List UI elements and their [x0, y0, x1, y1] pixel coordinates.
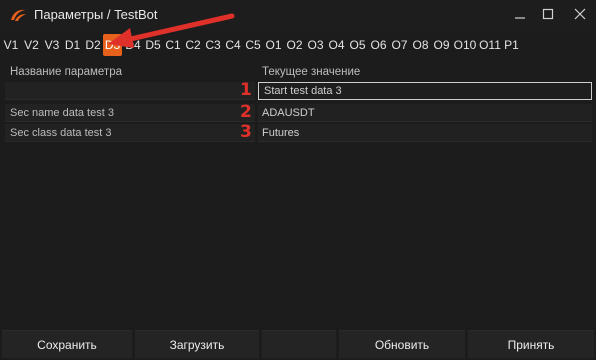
action-bar: Сохранить Загрузить Обновить Принять	[0, 330, 596, 358]
table-row[interactable]: 1 Start test data 3	[0, 80, 596, 100]
parameter-value-cell[interactable]: Futures	[258, 124, 592, 142]
tab-o11[interactable]: O11	[478, 34, 502, 56]
tab-o8[interactable]: O8	[410, 34, 431, 56]
tab-o9[interactable]: O9	[431, 34, 452, 56]
tab-v2[interactable]: V2	[22, 34, 41, 56]
load-button[interactable]: Загрузить	[135, 330, 259, 358]
tab-p1[interactable]: P1	[502, 34, 521, 56]
parameters-grid: Название параметра Текущее значение 1 St…	[0, 64, 596, 326]
table-row[interactable]: Sec class data test 3 3 Futures	[0, 122, 596, 142]
title-bar: Параметры / TestBot	[0, 0, 596, 30]
tab-d2[interactable]: D2	[83, 34, 103, 56]
parameter-value-cell[interactable]: ADAUSDT	[258, 104, 592, 122]
tab-c5[interactable]: C5	[243, 34, 263, 56]
tab-o3[interactable]: O3	[305, 34, 326, 56]
tab-c2[interactable]: C2	[183, 34, 203, 56]
annotation-number-2: 2	[240, 102, 252, 122]
parameter-name-cell	[5, 82, 255, 100]
tab-o2[interactable]: O2	[284, 34, 305, 56]
tab-o6[interactable]: O6	[368, 34, 389, 56]
tab-o5[interactable]: O5	[347, 34, 368, 56]
tab-o4[interactable]: O4	[326, 34, 347, 56]
annotation-number-1: 1	[240, 80, 252, 100]
close-icon[interactable]	[570, 4, 590, 24]
accept-button[interactable]: Принять	[468, 330, 594, 358]
tab-c4[interactable]: C4	[223, 34, 243, 56]
parameter-value-input[interactable]: Start test data 3	[258, 82, 592, 100]
tab-d4[interactable]: D4	[123, 34, 143, 56]
tab-d5[interactable]: D5	[143, 34, 163, 56]
empty-button[interactable]	[262, 330, 336, 358]
column-header-value: Текущее значение	[262, 66, 361, 78]
tab-v1[interactable]: V1	[2, 34, 20, 56]
tab-o10[interactable]: O10	[452, 34, 478, 56]
tab-c1[interactable]: C1	[163, 34, 183, 56]
tab-o7[interactable]: O7	[389, 34, 410, 56]
app-logo-icon	[11, 9, 26, 21]
tab-c3[interactable]: C3	[203, 34, 223, 56]
tab-d1[interactable]: D1	[63, 34, 82, 56]
maximize-icon[interactable]	[538, 4, 558, 24]
save-button[interactable]: Сохранить	[2, 330, 132, 358]
parameter-name-cell: Sec class data test 3	[5, 124, 255, 142]
refresh-button[interactable]: Обновить	[339, 330, 465, 358]
parameter-name-cell: Sec name data test 3	[5, 104, 255, 122]
tab-o1[interactable]: O1	[263, 34, 284, 56]
annotation-number-3: 3	[240, 122, 252, 142]
window-title: Параметры / TestBot	[34, 7, 158, 22]
minimize-icon[interactable]	[510, 4, 530, 24]
tab-d3[interactable]: D3	[103, 34, 122, 56]
column-header-name: Название параметра	[10, 66, 122, 78]
table-row[interactable]: Sec name data test 3 2 ADAUSDT	[0, 102, 596, 122]
parameters-window: Параметры / TestBot V1 V2 V3 D1 D2 D3 D4…	[0, 0, 596, 360]
parameter-tabs: V1 V2 V3 D1 D2 D3 D4 D5 C1 C2 C3 C4 C5 O…	[0, 34, 596, 56]
tab-v3[interactable]: V3	[42, 34, 62, 56]
